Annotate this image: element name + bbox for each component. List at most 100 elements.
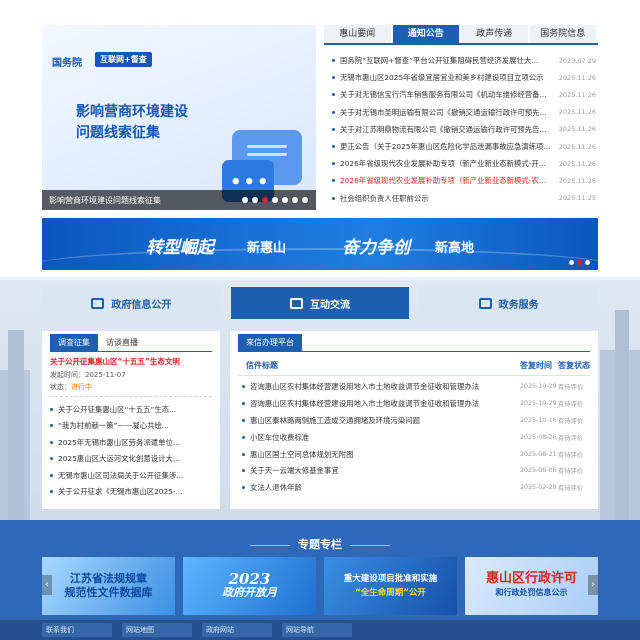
banner-dot-active[interactable] (577, 260, 582, 265)
news-item[interactable]: 关于对无锡市圣明运输有限公司《撤销交通运输行政许可预先... 2025.11.26 (328, 104, 596, 121)
footer-link[interactable]: 网站导航 (282, 623, 352, 637)
survey-item-title[interactable]: 无锡市惠山区司法局关于公开征集涉... (58, 470, 183, 481)
special-card-projects[interactable]: 重大建设项目批准和实施 “全生命周期”公开 (324, 557, 457, 615)
special-card-regulations[interactable]: 江苏省法规规章 规范性文件数据库 (42, 557, 175, 615)
survey-item[interactable]: 无锡市惠山区司法局关于公开征集涉... (50, 467, 212, 484)
letter-title[interactable]: 女法人退休年龄 (250, 482, 520, 493)
news-item[interactable]: 关于对无锡信宝行汽车销售服务有限公司《机动车维修经营备... 2025.11.26 (328, 86, 596, 103)
news-item[interactable]: 更正公告（关于2025年惠山区危险化学品泄漏事故应急演练项... 2025.11.… (328, 138, 596, 155)
news-title[interactable]: 国务院“互联网+督查”平台公开征集阻碍民营经济发展壮大... (340, 55, 553, 66)
news-title[interactable]: 2026年省级现代农业发展补助专项（新产业新业态新模式-开... (340, 158, 553, 169)
bullet-icon (242, 452, 245, 456)
news-title[interactable]: 更正公告（关于2025年惠山区危险化学品泄漏事故应急演练项... (340, 141, 553, 152)
bullet-icon (242, 469, 245, 473)
survey-item-title[interactable]: 关于公开征集惠山区“十五五”生态... (58, 404, 176, 415)
slider-dot[interactable] (282, 197, 288, 203)
letters-tabs: 来信办理平台 (238, 334, 590, 352)
special-card-permits[interactable]: 惠山区行政许可 和行政处罚信息公示 (465, 557, 598, 615)
survey-item-title[interactable]: “我为村前献一策”——凝心共绘... (58, 420, 169, 431)
survey-item-title[interactable]: 2025惠山区大运河文化创意设计大... (58, 453, 180, 464)
carousel-next-button[interactable]: › (588, 575, 598, 595)
footer-link[interactable]: 政府网站 (202, 623, 272, 637)
letter-title[interactable]: 咨询惠山区农村集体经营建设用地入市土地收益调节金征收和管理办法 (250, 398, 520, 409)
news-title[interactable]: 社会组织负责人任职前公示 (340, 193, 553, 204)
bullet-icon (50, 490, 53, 494)
carousel-prev-button[interactable]: ‹ (42, 575, 52, 595)
tab-letters[interactable]: 来信办理平台 (238, 334, 302, 351)
slider-dot[interactable] (242, 197, 248, 203)
special-card-open-month[interactable]: 2023 政府开放月 (183, 557, 316, 615)
section-tabs: 政府信息公开 互动交流 政务服务 (42, 287, 599, 319)
survey-item-title[interactable]: 关于公开征求《无锡市惠山区2025-... (58, 486, 183, 497)
letter-date: 2025-10-16 (520, 416, 557, 424)
banner-dot[interactable] (569, 260, 574, 265)
slider-dot[interactable] (262, 197, 268, 203)
section-tab-label: 互动交流 (310, 299, 350, 311)
survey-item[interactable]: 2025年无锡市惠山区劳务派遣单位... (50, 434, 212, 451)
slider-brand: 国务院 (52, 58, 82, 69)
letter-row[interactable]: 关于天一云端大修基金事宜 2025-06-06 有待评价 (238, 462, 590, 479)
slider-dot[interactable] (252, 197, 258, 203)
letter-title[interactable]: 关于天一云端大修基金事宜 (250, 465, 520, 476)
news-item[interactable]: 社会组织负责人任职前公示 2025.11.25 (328, 190, 596, 207)
news-item[interactable]: 关于对江苏明鼎物流有限公司《撤销交通运输行政许可预先告... 2025.11.26 (328, 121, 596, 138)
survey-panel: 调查征集 访谈直播 关于公开征集惠山区“十五五”生态文明 发起时间：2025-1… (42, 331, 220, 509)
letter-title[interactable]: 惠山区国土空间总体规划无附图 (250, 449, 520, 460)
survey-item[interactable]: 关于公开征集惠山区“十五五”生态... (50, 401, 212, 418)
theme-banner[interactable]: 转型崛起 新惠山 奋力争创 新高地 (42, 218, 598, 270)
news-title[interactable]: 关于对无锡信宝行汽车销售服务有限公司《机动车维修经营备... (340, 89, 553, 100)
bullet-icon (242, 418, 245, 422)
slider-dot[interactable] (272, 197, 278, 203)
letter-row[interactable]: 女法人退休年龄 2025-02-28 有待评价 (238, 479, 590, 496)
survey-item[interactable]: 2025惠山区大运河文化创意设计大... (50, 451, 212, 468)
letter-status: 有待评价 (558, 434, 584, 442)
footer-link[interactable]: 联系我们 (42, 623, 112, 637)
feature-title[interactable]: 关于公开征集惠山区“十五五”生态文明 (50, 356, 212, 367)
bullet-icon (332, 196, 335, 200)
news-item[interactable]: 2026年省级现代农业发展补助专项（新产业新业态新模式-开... 2025.11.… (328, 155, 596, 172)
survey-item-title[interactable]: 2025年无锡市惠山区劳务派遣单位... (58, 437, 180, 448)
news-item[interactable]: 2026年省级现代农业发展补助专项（新产业新业态新模式-农... 2025.11.… (328, 172, 596, 189)
bullet-icon (332, 127, 335, 131)
news-title[interactable]: 无锡市惠山区2025年省级宜居宜业和美乡村建设项目立项公示 (340, 72, 553, 83)
letter-row[interactable]: 惠山区国土空间总体规划无附图 2025-08-21 有待评价 (238, 446, 590, 463)
survey-item[interactable]: “我为村前献一策”——凝心共绘... (50, 418, 212, 435)
news-title[interactable]: 关于对无锡市圣明运输有限公司《撤销交通运输行政许可预先... (340, 107, 553, 118)
letter-status: 有待评价 (558, 451, 584, 459)
bullet-icon (332, 162, 335, 166)
slider-slogan: 影响营商环境建设 问题线索征集 (76, 102, 188, 144)
letter-row[interactable]: 咨询惠山区农村集体经营建设用地入市土地收益调节金征收和管理办法 2025-10-2… (238, 378, 590, 395)
letter-title[interactable]: 咨询惠山区农村集体经营建设用地入市土地收益调节金征收和管理办法 (250, 381, 520, 392)
bullet-icon (50, 424, 53, 428)
slider-dot[interactable] (302, 197, 308, 203)
news-title[interactable]: 2026年省级现代农业发展补助专项（新产业新业态新模式-农... (340, 175, 553, 186)
slider-dot[interactable] (292, 197, 298, 203)
letter-status: 有待评价 (558, 468, 584, 476)
letter-row[interactable]: 小区车位收费标准 2025-08-26 有待评价 (238, 429, 590, 446)
news-item[interactable]: 无锡市惠山区2025年省级宜居宜业和美乡村建设项目立项公示 2025.11.26 (328, 69, 596, 86)
tab-survey[interactable]: 调查征集 (50, 334, 98, 351)
letter-title[interactable]: 惠山区秦林路两侧施工造成交通拥堵及环境污染问题 (250, 415, 520, 426)
section-tab[interactable]: 政府信息公开 (42, 287, 221, 319)
tab-interview[interactable]: 访谈直播 (98, 334, 146, 351)
news-item[interactable]: 国务院“互联网+督查”平台公开征集阻碍民营经济发展壮大... 2023.07.29 (328, 52, 596, 69)
section-tab[interactable]: 互动交流 (230, 287, 410, 319)
news-tab[interactable]: 通知公告 (392, 25, 459, 43)
slider-caption[interactable]: 影响营商环境建设问题线索征集 (49, 195, 161, 206)
letter-date: 2025-10-29 (520, 382, 557, 390)
news-slider[interactable]: 国务院 互联网+督查 影响营商环境建设 问题线索征集 ••• 影响营商环境建设问… (42, 25, 316, 210)
news-tab[interactable]: 国务院信息 (529, 25, 596, 43)
survey-item[interactable]: 关于公开征求《无锡市惠山区2025-... (50, 484, 212, 501)
letter-title[interactable]: 小区车位收费标准 (250, 432, 520, 443)
section-tab[interactable]: 政务服务 (419, 287, 599, 319)
footer-link[interactable]: 网站地图 (122, 623, 192, 637)
news-title[interactable]: 关于对江苏明鼎物流有限公司《撤销交通运输行政许可预先告... (340, 124, 553, 135)
letter-date: 2025-08-21 (520, 450, 557, 458)
letter-row[interactable]: 惠山区秦林路两侧施工造成交通拥堵及环境污染问题 2025-10-16 有待评价 (238, 412, 590, 429)
survey-feature[interactable]: 关于公开征集惠山区“十五五”生态文明 发起时间：2025-11-07 状态：进行… (50, 356, 212, 397)
letter-row[interactable]: 咨询惠山区农村集体经营建设用地入市土地收益调节金征收和管理办法 2025-10-2… (238, 395, 590, 412)
news-tab[interactable]: 政声传递 (461, 25, 528, 43)
letter-status: 有待评价 (558, 400, 584, 408)
news-tab[interactable]: 惠山要闻 (324, 25, 391, 43)
banner-dot[interactable] (585, 260, 590, 265)
